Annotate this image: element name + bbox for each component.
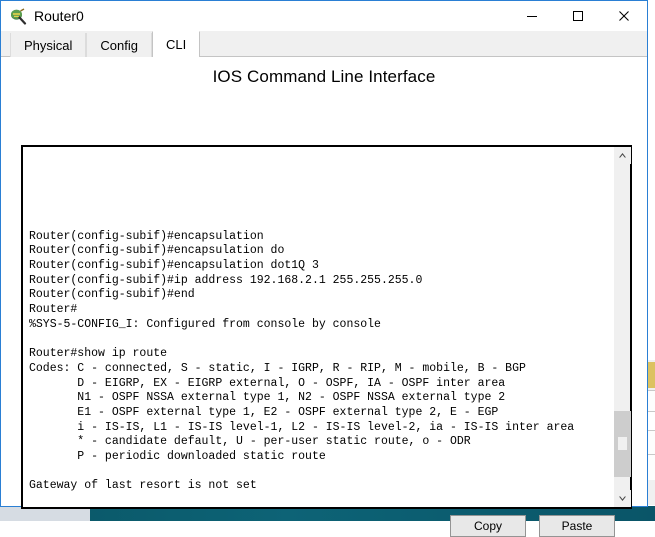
window-title: Router0 xyxy=(34,9,84,23)
terminal-clipped-line: to up xyxy=(29,176,613,185)
terminal-line: P - periodic downloaded static route xyxy=(29,450,613,465)
tab-physical[interactable]: Physical xyxy=(10,33,86,57)
copy-button-label: Copy xyxy=(474,519,502,533)
terminal-lines: Router(config-subif)#encapsulationRouter… xyxy=(29,215,613,507)
terminal-line: Router#show ip route xyxy=(29,347,613,362)
window-titlebar[interactable]: Router0 xyxy=(1,1,647,31)
terminal-line: Codes: C - connected, S - static, I - IG… xyxy=(29,362,613,377)
terminal-line: * - candidate default, U - per-user stat… xyxy=(29,435,613,450)
terminal-line: Gateway of last resort is not set xyxy=(29,479,613,494)
scroll-down-arrow-icon[interactable] xyxy=(614,490,631,507)
copy-button[interactable]: Copy xyxy=(450,515,526,537)
tab-cli-label: CLI xyxy=(166,37,186,52)
cli-panel: IOS Command Line Interface to up Router(… xyxy=(1,57,647,506)
terminal-scrollbar[interactable] xyxy=(613,147,630,507)
terminal-line: i - IS-IS, L1 - IS-IS level-1, L2 - IS-I… xyxy=(29,421,613,436)
tab-physical-label: Physical xyxy=(24,38,72,53)
dialog-button-row: Copy Paste xyxy=(1,515,632,537)
terminal-line: Router(config-subif)#encapsulation xyxy=(29,230,613,245)
tab-bar: Physical Config CLI xyxy=(1,31,647,57)
paste-button[interactable]: Paste xyxy=(539,515,615,537)
scroll-up-arrow-icon[interactable] xyxy=(614,147,631,164)
terminal-line xyxy=(29,494,613,507)
router-device-icon xyxy=(10,8,27,25)
minimize-button[interactable] xyxy=(509,1,555,31)
terminal-line: D - EIGRP, EX - EIGRP external, O - OSPF… xyxy=(29,377,613,392)
terminal-output[interactable]: to up Router(config-subif)#encapsulation… xyxy=(23,147,613,507)
scrollbar-thumb[interactable] xyxy=(614,411,631,477)
paste-button-label: Paste xyxy=(562,519,593,533)
maximize-button[interactable] xyxy=(555,1,601,31)
terminal-line xyxy=(29,215,613,230)
terminal-frame: to up Router(config-subif)#encapsulation… xyxy=(21,145,632,509)
terminal-line: Router# xyxy=(29,303,613,318)
tab-config-label: Config xyxy=(100,38,138,53)
terminal-line: E1 - OSPF external type 1, E2 - OSPF ext… xyxy=(29,406,613,421)
terminal-line: Router(config-subif)#end xyxy=(29,288,613,303)
tab-config[interactable]: Config xyxy=(86,33,152,57)
terminal-line: Router(config-subif)#encapsulation do xyxy=(29,244,613,259)
terminal-line xyxy=(29,465,613,480)
tab-cli[interactable]: CLI xyxy=(152,31,200,57)
window-controls xyxy=(509,1,647,31)
router-cli-window: Router0 Physical xyxy=(0,0,648,507)
scrollbar-thumb-grip xyxy=(618,437,627,450)
close-button[interactable] xyxy=(601,1,647,31)
panel-heading: IOS Command Line Interface xyxy=(1,57,647,87)
terminal-line: N1 - OSPF NSSA external type 1, N2 - OSP… xyxy=(29,391,613,406)
terminal-line xyxy=(29,332,613,347)
terminal-line: Router(config-subif)#ip address 192.168.… xyxy=(29,274,613,289)
terminal-line: %SYS-5-CONFIG_I: Configured from console… xyxy=(29,318,613,333)
terminal-line: Router(config-subif)#encapsulation dot1Q… xyxy=(29,259,613,274)
